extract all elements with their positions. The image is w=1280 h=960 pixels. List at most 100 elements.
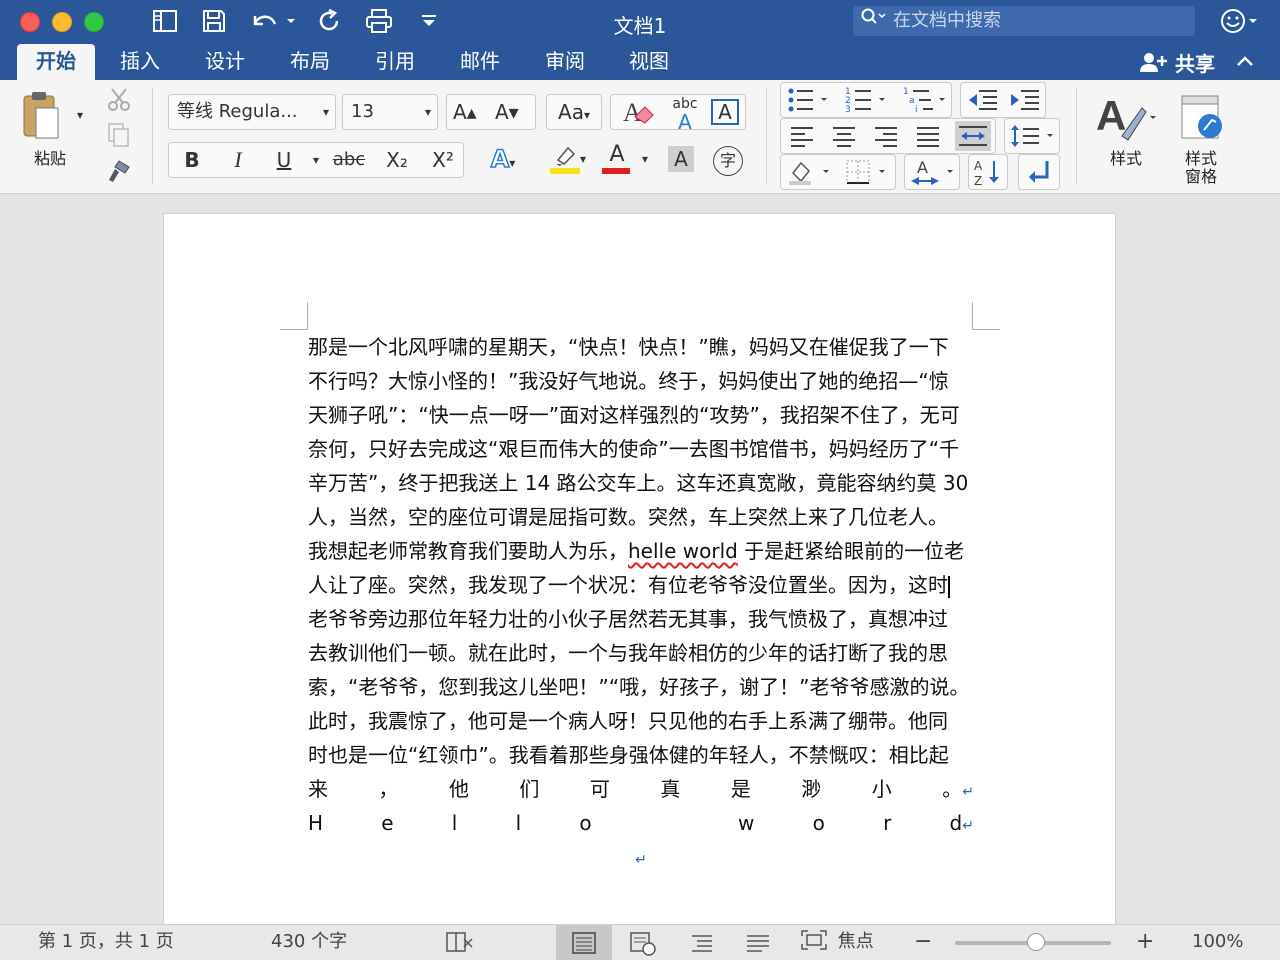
sort-icon: AZ bbox=[970, 159, 1006, 194]
char: 可 bbox=[589, 777, 610, 801]
strikethrough-button[interactable]: abc bbox=[329, 143, 369, 177]
grow-font-button[interactable]: A▴ bbox=[453, 95, 477, 129]
feedback-smiley-icon[interactable] bbox=[1220, 8, 1260, 42]
collapse-ribbon-icon[interactable] bbox=[1235, 46, 1255, 82]
styles-pane-icon[interactable] bbox=[1176, 92, 1228, 148]
close-window-button[interactable] bbox=[20, 12, 40, 32]
change-case-label: Aa bbox=[558, 100, 584, 124]
text-span: 于是赶紧给眼前的一位老 bbox=[737, 539, 965, 563]
clear-format-group: A abc A A bbox=[610, 94, 746, 132]
proofing-icon[interactable] bbox=[444, 929, 474, 960]
paste-label: 粘贴 bbox=[33, 149, 66, 168]
word-count[interactable]: 430 个字 bbox=[271, 925, 347, 959]
focus-label: 焦点 bbox=[837, 931, 874, 952]
redo-icon[interactable] bbox=[316, 8, 344, 36]
tab-review[interactable]: 审阅 bbox=[533, 44, 597, 80]
line-spacing-button[interactable] bbox=[1004, 118, 1060, 154]
search-box[interactable]: 在文档中搜索 bbox=[853, 6, 1195, 36]
minimize-window-button[interactable] bbox=[52, 12, 72, 32]
paste-options-dropdown[interactable]: ▾ bbox=[74, 108, 86, 122]
abc-a-text: A bbox=[678, 110, 692, 134]
styles-pane-label: 样式 窗格 bbox=[1172, 150, 1230, 186]
zoom-slider-handle[interactable] bbox=[1026, 933, 1045, 951]
tab-design[interactable]: 设计 bbox=[193, 44, 257, 80]
undo-icon[interactable] bbox=[248, 8, 298, 36]
underline-dropdown-icon[interactable]: ▾ bbox=[309, 143, 323, 177]
focus-mode-button[interactable]: 焦点 bbox=[800, 925, 874, 959]
zoom-in-button[interactable]: + bbox=[1136, 925, 1154, 959]
sidebar-toggle-icon[interactable] bbox=[150, 8, 180, 36]
zoom-out-button[interactable]: − bbox=[914, 925, 932, 959]
customize-toolbar-icon[interactable] bbox=[418, 8, 440, 36]
character-shading-button[interactable]: A bbox=[664, 142, 698, 178]
styles-gallery-icon[interactable]: A bbox=[1094, 90, 1158, 150]
page-count[interactable]: 第 1 页，共 1 页 bbox=[38, 925, 174, 959]
draft-view-icon[interactable] bbox=[744, 929, 774, 960]
clear-formatting-icon[interactable]: A bbox=[617, 95, 657, 139]
cut-icon[interactable] bbox=[105, 86, 133, 116]
font-size-select[interactable]: 13 ▾ bbox=[342, 94, 438, 130]
distributed-line: 来 ， 他 们 可 真 是 渺 小 。↵ bbox=[308, 772, 974, 806]
text-span: 人让了座。突然，我发现了一个状况：有位老爷爷没位置坐。因为，这时 bbox=[308, 573, 948, 597]
char: w bbox=[738, 811, 755, 835]
document-body[interactable]: 那是一个北风呼啸的星期天，“快点！快点！”瞧，妈妈又在催促我了一下 不行吗？大惊… bbox=[308, 330, 974, 874]
print-layout-view-button[interactable] bbox=[556, 925, 612, 960]
shrink-font-button[interactable]: A▾ bbox=[495, 95, 519, 129]
char: ， bbox=[378, 777, 399, 801]
underline-button[interactable]: U bbox=[269, 143, 299, 177]
outline-view-icon[interactable] bbox=[688, 929, 718, 960]
char: 。↵ bbox=[942, 772, 974, 806]
zoom-level[interactable]: 100% bbox=[1192, 925, 1243, 959]
highlight-color-button[interactable]: ▾ bbox=[536, 142, 594, 178]
tab-view[interactable]: 视图 bbox=[617, 44, 681, 80]
web-layout-icon[interactable] bbox=[628, 929, 658, 960]
text-line: 人，当然，空的座位可谓是屈指可数。突然，车上突然上来了几位老人。 bbox=[308, 505, 948, 529]
character-border-button[interactable]: A bbox=[711, 99, 739, 125]
font-color-button[interactable]: A ▾ bbox=[598, 142, 658, 178]
char: o bbox=[579, 811, 592, 835]
document-page[interactable]: 那是一个北风呼啸的星期天，“快点！快点！”瞧，妈妈又在催促我了一下 不行吗？大惊… bbox=[163, 213, 1116, 933]
font-name-select[interactable]: 等线 Regula... ▾ bbox=[168, 94, 336, 130]
alignment-group bbox=[780, 118, 996, 154]
share-button[interactable]: 共享 bbox=[1138, 48, 1215, 77]
char: e bbox=[381, 811, 394, 835]
char: l bbox=[451, 811, 458, 835]
svg-text:Z: Z bbox=[974, 174, 982, 188]
char: l bbox=[515, 811, 522, 835]
char: d↵ bbox=[950, 806, 974, 840]
paragraph-mark-icon: ↵ bbox=[962, 818, 974, 834]
subscript-button[interactable]: X₂ bbox=[377, 143, 417, 177]
shading-icon[interactable] bbox=[785, 155, 837, 199]
empty-paragraph: ↵ bbox=[308, 840, 974, 874]
distributed-align-icon[interactable] bbox=[955, 121, 991, 151]
tab-mailings[interactable]: 邮件 bbox=[448, 44, 512, 80]
char: 小 bbox=[871, 777, 892, 801]
text-effects-abc-icon[interactable]: abc A bbox=[665, 95, 705, 134]
print-icon[interactable] bbox=[364, 8, 394, 36]
change-case-button[interactable]: Aa▾ bbox=[546, 94, 602, 130]
tab-insert[interactable]: 插入 bbox=[108, 44, 172, 80]
save-icon[interactable] bbox=[199, 8, 229, 36]
enclose-characters-button[interactable]: 字 bbox=[708, 142, 748, 178]
tab-references[interactable]: 引用 bbox=[363, 44, 427, 80]
borders-icon[interactable] bbox=[843, 155, 895, 199]
copy-icon[interactable] bbox=[105, 122, 133, 152]
tab-layout[interactable]: 布局 bbox=[278, 44, 342, 80]
svg-text:A: A bbox=[1096, 92, 1126, 139]
asian-layout-icon: A bbox=[907, 158, 957, 194]
asian-layout-button[interactable]: A bbox=[904, 154, 960, 190]
text-effects-button[interactable]: A▾ bbox=[478, 142, 528, 178]
sort-button[interactable]: AZ bbox=[968, 154, 1008, 190]
paste-icon[interactable] bbox=[20, 88, 64, 144]
format-painter-icon[interactable] bbox=[105, 158, 133, 188]
superscript-button[interactable]: X² bbox=[423, 143, 463, 177]
italic-button[interactable]: I bbox=[223, 143, 253, 177]
misspelled-word[interactable]: helle world bbox=[628, 539, 738, 563]
zoom-window-button[interactable] bbox=[84, 12, 104, 32]
tab-home[interactable]: 开始 bbox=[17, 44, 95, 80]
bold-button[interactable]: B bbox=[177, 143, 207, 177]
show-formatting-marks-button[interactable] bbox=[1018, 154, 1060, 190]
char-text: d bbox=[949, 811, 963, 835]
svg-text:3: 3 bbox=[845, 105, 851, 115]
font-name-value: 等线 Regula... bbox=[177, 101, 298, 122]
